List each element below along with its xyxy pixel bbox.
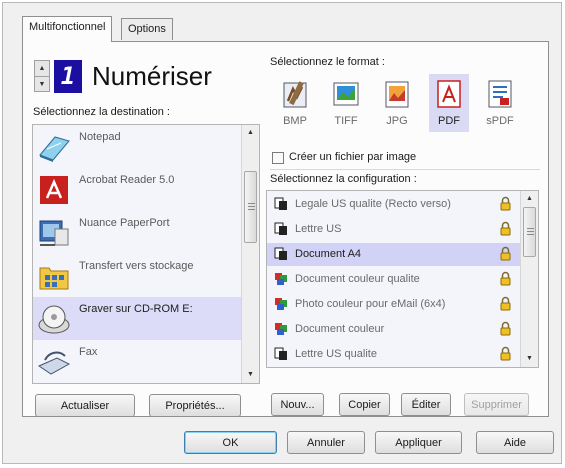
color-document-icon — [275, 323, 287, 335]
lock-icon — [500, 221, 511, 236]
format-item-pdf[interactable]: PDF — [429, 74, 469, 132]
tab-options[interactable]: Options — [121, 18, 173, 40]
destination-item-label: Acrobat Reader 5.0 — [79, 174, 175, 186]
acrobat-icon — [40, 176, 68, 204]
refresh-button[interactable]: Actualiser — [35, 394, 135, 417]
destination-item-label: Fax — [79, 346, 98, 358]
bw-document-icon — [274, 222, 287, 235]
pdf-icon — [437, 80, 461, 108]
destination-item-notepad[interactable]: Notepad — [33, 125, 242, 168]
scroll-down-icon[interactable]: ▼ — [242, 367, 259, 383]
destination-label: Sélectionnez la destination : — [33, 106, 170, 118]
format-item-tiff[interactable]: TIFF — [326, 74, 366, 132]
lock-icon — [500, 296, 511, 311]
button-title: Numériser — [92, 61, 212, 91]
fax-icon — [37, 351, 71, 375]
scroll-up-icon[interactable]: ▲ — [242, 125, 259, 141]
bw-document-icon — [274, 197, 287, 210]
format-label-spdf: sPDF — [486, 115, 514, 127]
ok-button[interactable]: OK — [184, 431, 277, 454]
bw-document-icon — [274, 247, 287, 260]
config-item-color-document[interactable]: Document couleur — [267, 318, 522, 341]
bw-document-icon — [274, 347, 287, 360]
format-item-spdf[interactable]: sPDF — [480, 74, 520, 132]
destination-list[interactable]: Notepad Acrobat Reader 5.0 Nuance PaperP… — [32, 124, 260, 384]
destination-item-label: Transfert vers stockage — [79, 260, 194, 272]
storage-transfer-icon — [39, 267, 69, 290]
spinner-up-icon[interactable]: ▲ — [35, 61, 49, 76]
color-document-icon — [275, 298, 287, 310]
button-number-spinner[interactable]: ▲ ▼ — [34, 60, 50, 92]
jpg-icon — [385, 81, 409, 108]
config-item-label: Document A4 — [295, 248, 362, 260]
config-item-label: Legale US qualite (Recto verso) — [295, 198, 451, 210]
tiff-icon — [333, 82, 359, 106]
divider — [270, 169, 540, 170]
config-item-label: Document couleur — [295, 323, 385, 335]
destination-item-acrobat-reader[interactable]: Acrobat Reader 5.0 — [33, 168, 242, 211]
lock-icon — [500, 271, 511, 286]
config-item-color-photo-email[interactable]: Photo couleur pour eMail (6x4) — [267, 293, 522, 316]
properties-button[interactable]: Propriétés... — [149, 394, 241, 417]
scroll-down-icon[interactable]: ▼ — [521, 351, 538, 367]
lock-icon — [500, 321, 511, 336]
copy-config-button[interactable]: Copier — [339, 393, 390, 416]
format-label-jpg: JPG — [386, 115, 408, 127]
configuration-label: Sélectionnez la configuration : — [270, 173, 417, 185]
help-button[interactable]: Aide — [476, 431, 554, 454]
paperport-icon — [39, 220, 69, 246]
format-label: Sélectionnez le format : — [270, 56, 385, 68]
spinner-down-icon[interactable]: ▼ — [35, 76, 49, 91]
one-file-per-image-label[interactable]: Créer un fichier par image — [289, 151, 416, 163]
scroll-up-icon[interactable]: ▲ — [521, 191, 538, 207]
destination-item-storage-transfer[interactable]: Transfert vers stockage — [33, 254, 242, 297]
tab-multifonctionnel[interactable]: Multifonctionnel — [22, 16, 113, 42]
delete-config-button[interactable]: Supprimer — [464, 393, 529, 416]
format-label-bmp: BMP — [283, 115, 307, 127]
config-item-label: Lettre US qualite — [295, 348, 377, 360]
new-config-button[interactable]: Nouv... — [271, 393, 324, 416]
edit-config-button[interactable]: Éditer — [401, 393, 451, 416]
config-item-label: Document couleur qualite — [295, 273, 420, 285]
configuration-list[interactable]: Legale US qualite (Recto verso) Lettre U… — [266, 190, 539, 368]
config-item-legal-us-duplex[interactable]: Legale US qualite (Recto verso) — [267, 193, 522, 216]
spdf-icon — [488, 80, 512, 108]
lock-icon — [500, 346, 511, 361]
button-number-display: 1 — [54, 60, 82, 93]
lock-icon — [500, 196, 511, 211]
format-item-bmp[interactable]: BMP — [275, 74, 315, 132]
format-item-jpg[interactable]: JPG — [377, 74, 417, 132]
config-item-letter-us-quality[interactable]: Lettre US qualite — [267, 343, 522, 366]
lock-icon — [500, 246, 511, 261]
bmp-icon — [283, 81, 307, 108]
destination-item-label: Notepad — [79, 131, 121, 143]
destination-item-fax[interactable]: Fax — [33, 340, 242, 383]
config-item-letter-us[interactable]: Lettre US — [267, 218, 522, 241]
configuration-scroll-thumb[interactable] — [523, 207, 536, 257]
config-item-document-a4[interactable]: Document A4 — [267, 243, 522, 266]
destination-item-label: Nuance PaperPort — [79, 217, 170, 229]
config-item-color-document-quality[interactable]: Document couleur qualite — [267, 268, 522, 291]
config-item-label: Lettre US — [295, 223, 342, 235]
format-label-tiff: TIFF — [334, 115, 358, 127]
cancel-button[interactable]: Annuler — [287, 431, 365, 454]
destination-item-paperport[interactable]: Nuance PaperPort — [33, 211, 242, 254]
notepad-icon — [39, 136, 70, 162]
one-file-per-image-checkbox[interactable] — [272, 152, 284, 164]
destination-item-label: Graver sur CD-ROM E: — [79, 303, 193, 315]
destination-scroll-thumb[interactable] — [244, 171, 257, 243]
cd-burn-icon — [38, 305, 70, 334]
destination-item-cd-burn[interactable]: Graver sur CD-ROM E: — [33, 297, 242, 340]
color-document-icon — [275, 273, 287, 285]
format-label-pdf: PDF — [438, 115, 460, 127]
configuration-scrollbar[interactable]: ▲ ▼ — [520, 191, 538, 367]
destination-scrollbar[interactable]: ▲ ▼ — [241, 125, 259, 383]
apply-button[interactable]: Appliquer — [375, 431, 462, 454]
config-item-label: Photo couleur pour eMail (6x4) — [295, 298, 446, 310]
